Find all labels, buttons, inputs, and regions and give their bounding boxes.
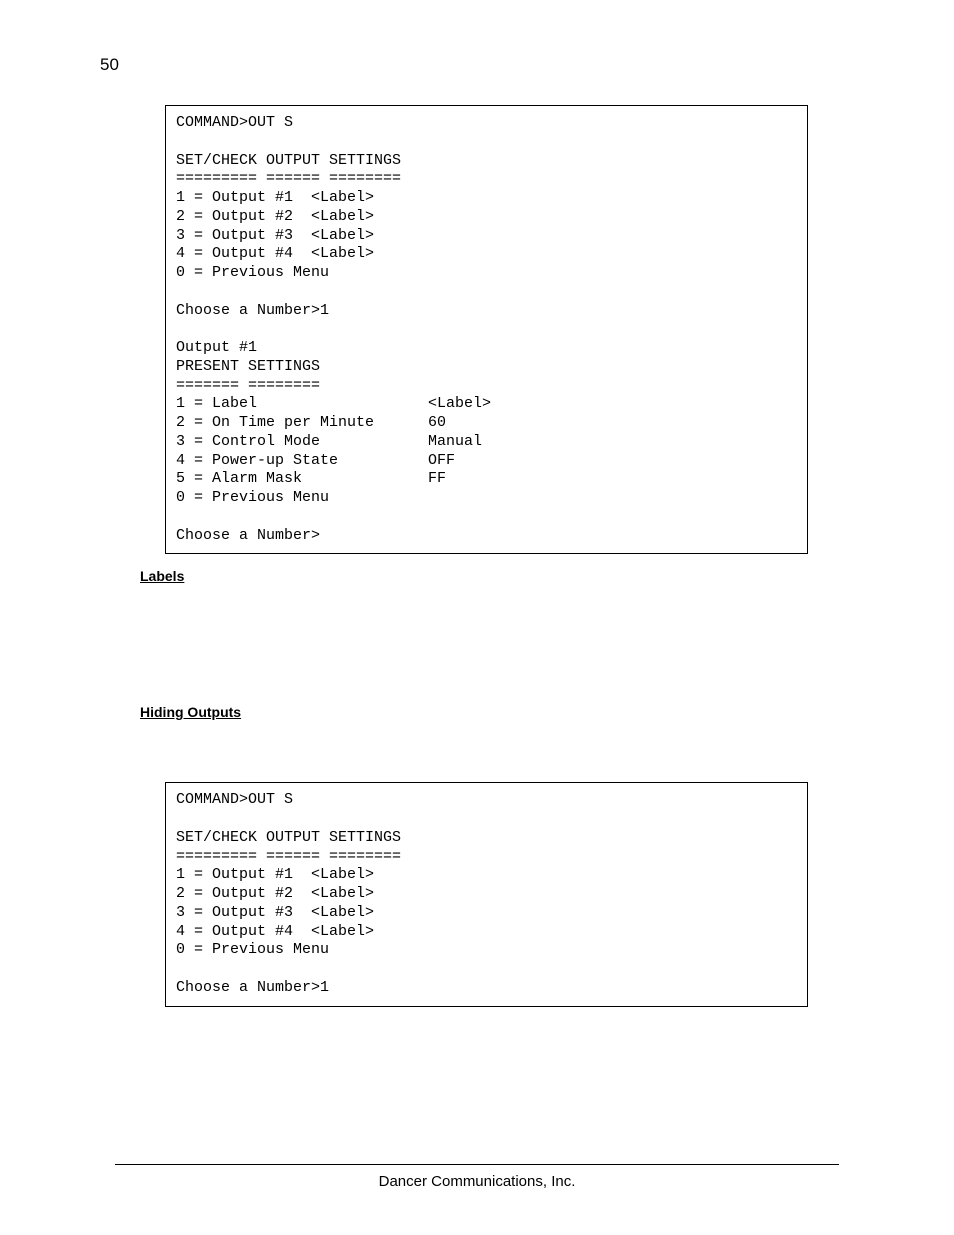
spacer	[165, 720, 839, 782]
heading-hiding-outputs: Hiding Outputs	[140, 704, 839, 720]
page-number: 50	[100, 55, 119, 75]
heading-labels: Labels	[140, 568, 839, 584]
footer-text: Dancer Communications, Inc.	[0, 1173, 954, 1190]
footer-rule	[115, 1164, 839, 1165]
main-content: COMMAND>OUT S SET/CHECK OUTPUT SETTINGS …	[165, 105, 839, 1007]
page: 50 COMMAND>OUT S SET/CHECK OUTPUT SETTIN…	[0, 0, 954, 1235]
terminal-box-1: COMMAND>OUT S SET/CHECK OUTPUT SETTINGS …	[165, 105, 808, 554]
terminal-box-2: COMMAND>OUT S SET/CHECK OUTPUT SETTINGS …	[165, 782, 808, 1006]
spacer	[165, 584, 839, 704]
